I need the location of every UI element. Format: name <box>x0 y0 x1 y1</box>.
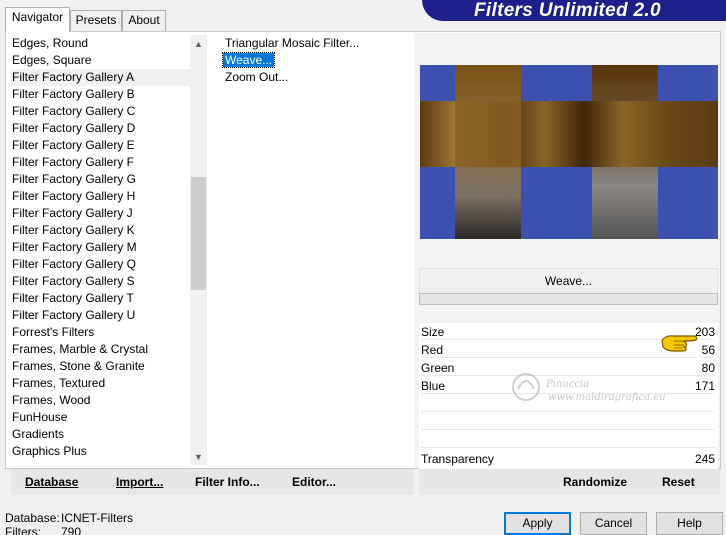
param-transparency-value: 245 <box>694 452 715 466</box>
category-item[interactable]: Gradients <box>11 426 190 443</box>
filter-item[interactable]: Zoom Out... <box>222 69 412 86</box>
reset-button[interactable]: Reset <box>662 469 695 495</box>
param-green-slider[interactable] <box>421 375 715 376</box>
category-item[interactable]: Filter Factory Gallery Q <box>11 256 190 273</box>
help-button[interactable]: Help <box>656 512 723 535</box>
category-item[interactable]: Filter Factory Gallery A <box>11 69 190 86</box>
param-transparency-label: Transparency <box>421 452 494 466</box>
tab-presets[interactable]: Presets <box>70 10 122 31</box>
param-empty-3-line <box>421 447 715 448</box>
param-empty-3 <box>419 431 718 449</box>
category-item[interactable]: Frames, Wood <box>11 392 190 409</box>
import-button[interactable]: Import... <box>116 469 163 495</box>
status-area: Database:ICNET-Filters Filters: 790 <box>5 511 133 535</box>
category-item[interactable]: Frames, Stone & Granite <box>11 358 190 375</box>
category-item[interactable]: Filter Factory Gallery M <box>11 239 190 256</box>
filter-info-button[interactable]: Filter Info... <box>195 469 260 495</box>
param-empty-1-line <box>421 411 715 412</box>
filter-item[interactable]: Triangular Mosaic Filter... <box>222 35 412 52</box>
scroll-down-icon[interactable]: ▼ <box>190 448 207 465</box>
cancel-button[interactable]: Cancel <box>580 512 647 535</box>
right-toolbar: Randomize Reset <box>419 469 720 495</box>
filter-item-label: Zoom Out... <box>225 70 289 84</box>
database-button[interactable]: Database <box>25 469 78 495</box>
filter-item[interactable]: Weave... <box>221 52 412 69</box>
filter-item-label: Weave... <box>221 52 276 68</box>
editor-button[interactable]: Editor... <box>292 469 336 495</box>
status-filters-value: 790 <box>61 525 82 535</box>
category-item[interactable]: Filter Factory Gallery E <box>11 137 190 154</box>
category-item[interactable]: Graphics Plus <box>11 443 190 460</box>
tab-about[interactable]: About <box>122 10 166 31</box>
param-empty-1 <box>419 395 718 413</box>
category-item[interactable]: Filter Factory Gallery U <box>11 307 190 324</box>
filter-item-label: Triangular Mosaic Filter... <box>225 36 360 50</box>
param-blue-slider[interactable] <box>421 393 715 394</box>
pointing-hand-icon <box>661 335 698 352</box>
category-item[interactable]: FunHouse <box>11 409 190 426</box>
status-database-value: ICNET-Filters <box>61 511 133 525</box>
left-toolbar: Database Import... Filter Info... Editor… <box>11 469 414 495</box>
app-banner: Filters Unlimited 2.0 <box>422 0 726 21</box>
weave-preview-image <box>420 65 718 239</box>
param-empty-2-line <box>421 429 715 430</box>
category-item[interactable]: Filter Factory Gallery B <box>11 86 190 103</box>
category-item[interactable]: Filter Factory Gallery S <box>11 273 190 290</box>
category-list[interactable]: Edges, Round Edges, Square Filter Factory … <box>11 35 190 465</box>
category-item[interactable]: Filter Factory Gallery D <box>11 120 190 137</box>
param-empty-2 <box>419 413 718 431</box>
param-green[interactable]: Green 80 <box>419 359 718 377</box>
tab-navigator[interactable]: Navigator <box>5 7 70 32</box>
param-blue[interactable]: Blue 171 <box>419 377 718 395</box>
category-item[interactable]: Edges, Round <box>11 35 190 52</box>
category-item[interactable]: Filter Factory Gallery C <box>11 103 190 120</box>
scrollbar-thumb[interactable] <box>191 177 206 290</box>
category-item[interactable]: Filter Factory Gallery K <box>11 222 190 239</box>
category-item[interactable]: Filter Factory Gallery H <box>11 188 190 205</box>
apply-button[interactable]: Apply <box>504 512 571 535</box>
category-scrollbar[interactable]: ▲ ▼ <box>190 35 207 465</box>
import-button-label: Import... <box>116 475 164 489</box>
category-item[interactable]: Filter Factory Gallery J <box>11 205 190 222</box>
category-item[interactable]: Filter Factory Gallery F <box>11 154 190 171</box>
status-database-label: Database: <box>5 511 60 525</box>
scroll-up-icon[interactable]: ▲ <box>190 35 207 52</box>
category-item[interactable]: Frames, Textured <box>11 375 190 392</box>
randomize-button[interactable]: Randomize <box>563 469 627 495</box>
param-transparency[interactable]: Transparency 245 <box>419 450 718 468</box>
category-item[interactable]: Forrest's Filters <box>11 324 190 341</box>
status-filters-label: Filters: <box>5 525 41 535</box>
current-filter-name: Weave... <box>419 268 718 294</box>
app-title: Filters Unlimited 2.0 <box>474 0 661 21</box>
param-red-slider[interactable] <box>421 357 715 358</box>
category-item[interactable]: Frames, Marble & Crystal <box>11 341 190 358</box>
progress-bar <box>419 293 718 305</box>
database-button-label: Database <box>25 475 79 489</box>
status-database: Database:ICNET-Filters <box>5 511 133 525</box>
category-item[interactable]: Filter Factory Gallery G <box>11 171 190 188</box>
category-item[interactable]: Edges, Square <box>11 52 190 69</box>
category-item[interactable]: Filter Factory Gallery T <box>11 290 190 307</box>
status-filters: Filters: 790 <box>5 525 133 535</box>
filter-list[interactable]: Triangular Mosaic Filter... Weave... Zoom … <box>221 35 412 465</box>
